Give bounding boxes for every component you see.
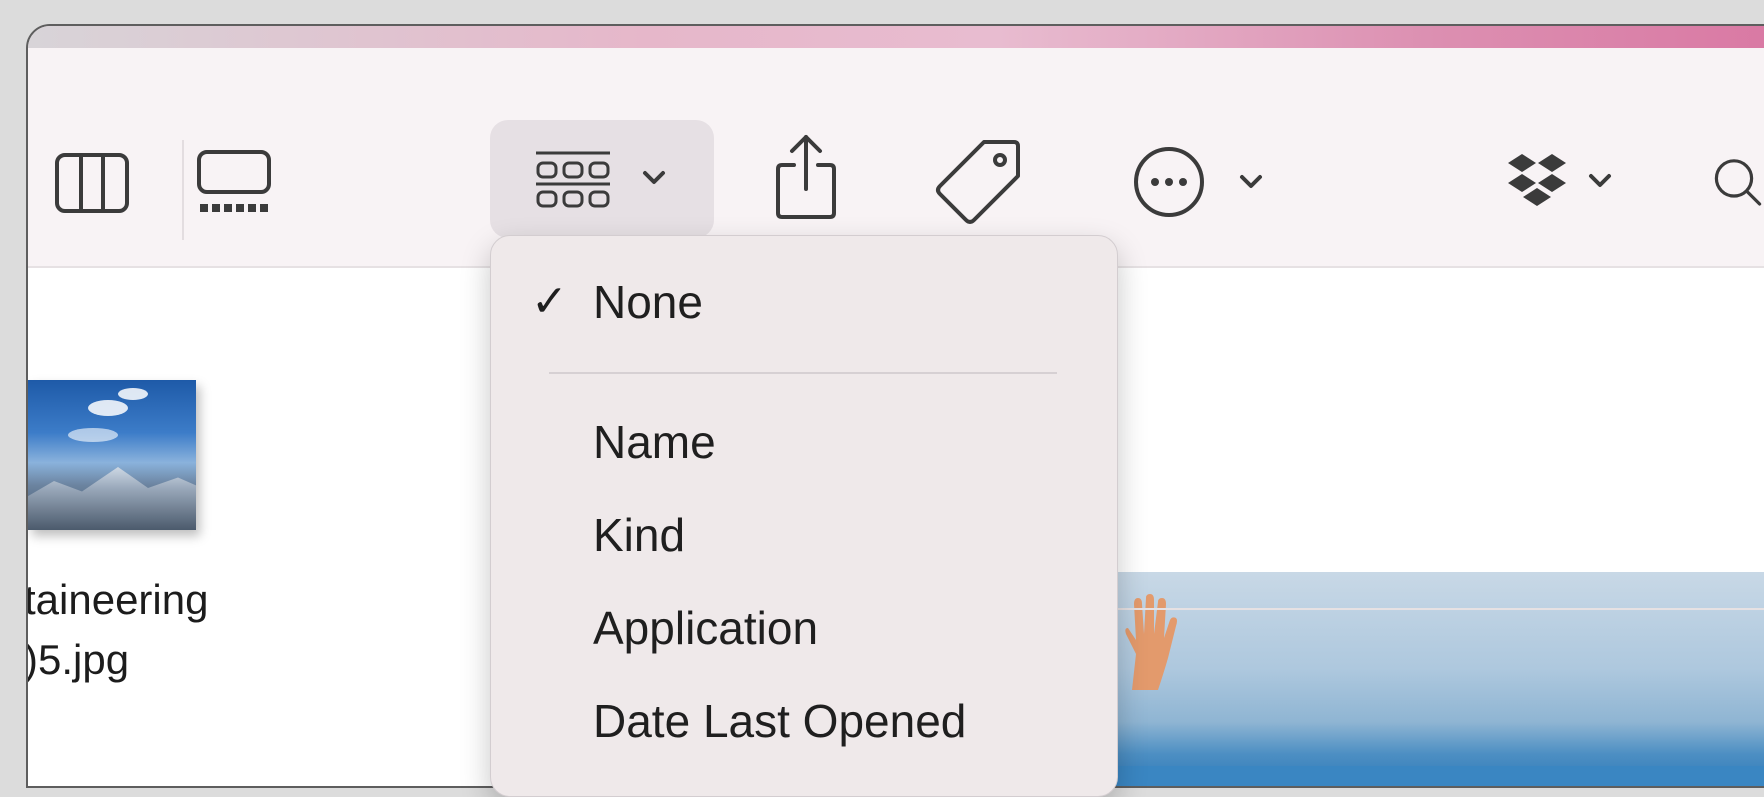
group-by-button[interactable]: [490, 120, 714, 238]
menu-separator: [549, 372, 1057, 374]
chevron-down-icon: [1589, 174, 1611, 187]
search-icon: [1714, 159, 1762, 206]
chevron-down-icon: [643, 171, 665, 184]
gallery-view-icon: [197, 150, 271, 212]
share-icon: [776, 135, 836, 219]
columns-view-icon: [55, 153, 129, 213]
tag-icon: [936, 140, 1020, 224]
menu-item-name[interactable]: Name: [593, 412, 716, 472]
menu-item-none[interactable]: None: [593, 272, 703, 332]
column-view-button[interactable]: [54, 148, 130, 218]
search-button[interactable]: [1710, 148, 1764, 212]
menu-item-kind[interactable]: Kind: [593, 505, 685, 565]
gallery-view-button[interactable]: [196, 146, 272, 218]
chevron-down-icon: [1240, 175, 1262, 188]
more-actions-icon: [1134, 147, 1204, 217]
dropbox-icon: [1508, 154, 1566, 206]
menu-item-date-last-opened[interactable]: Date Last Opened: [593, 691, 966, 751]
file-name-line-2[interactable]: )5.jpg: [28, 632, 129, 688]
group-by-icon: [536, 151, 610, 208]
checkmark-icon: ✓: [531, 277, 568, 326]
group-by-dropdown-menu: ✓ None Name Kind Application Date Last O…: [490, 235, 1118, 797]
file-thumbnail[interactable]: [28, 380, 196, 530]
share-button[interactable]: [772, 128, 840, 224]
more-actions-button[interactable]: [1122, 144, 1272, 220]
dropbox-button[interactable]: [1484, 148, 1634, 214]
file-name-line-1[interactable]: taineering: [28, 572, 208, 628]
tag-button[interactable]: [934, 136, 1024, 226]
title-bar: [28, 26, 1764, 48]
menu-item-application[interactable]: Application: [593, 598, 818, 658]
toolbar-separator: [182, 140, 184, 240]
